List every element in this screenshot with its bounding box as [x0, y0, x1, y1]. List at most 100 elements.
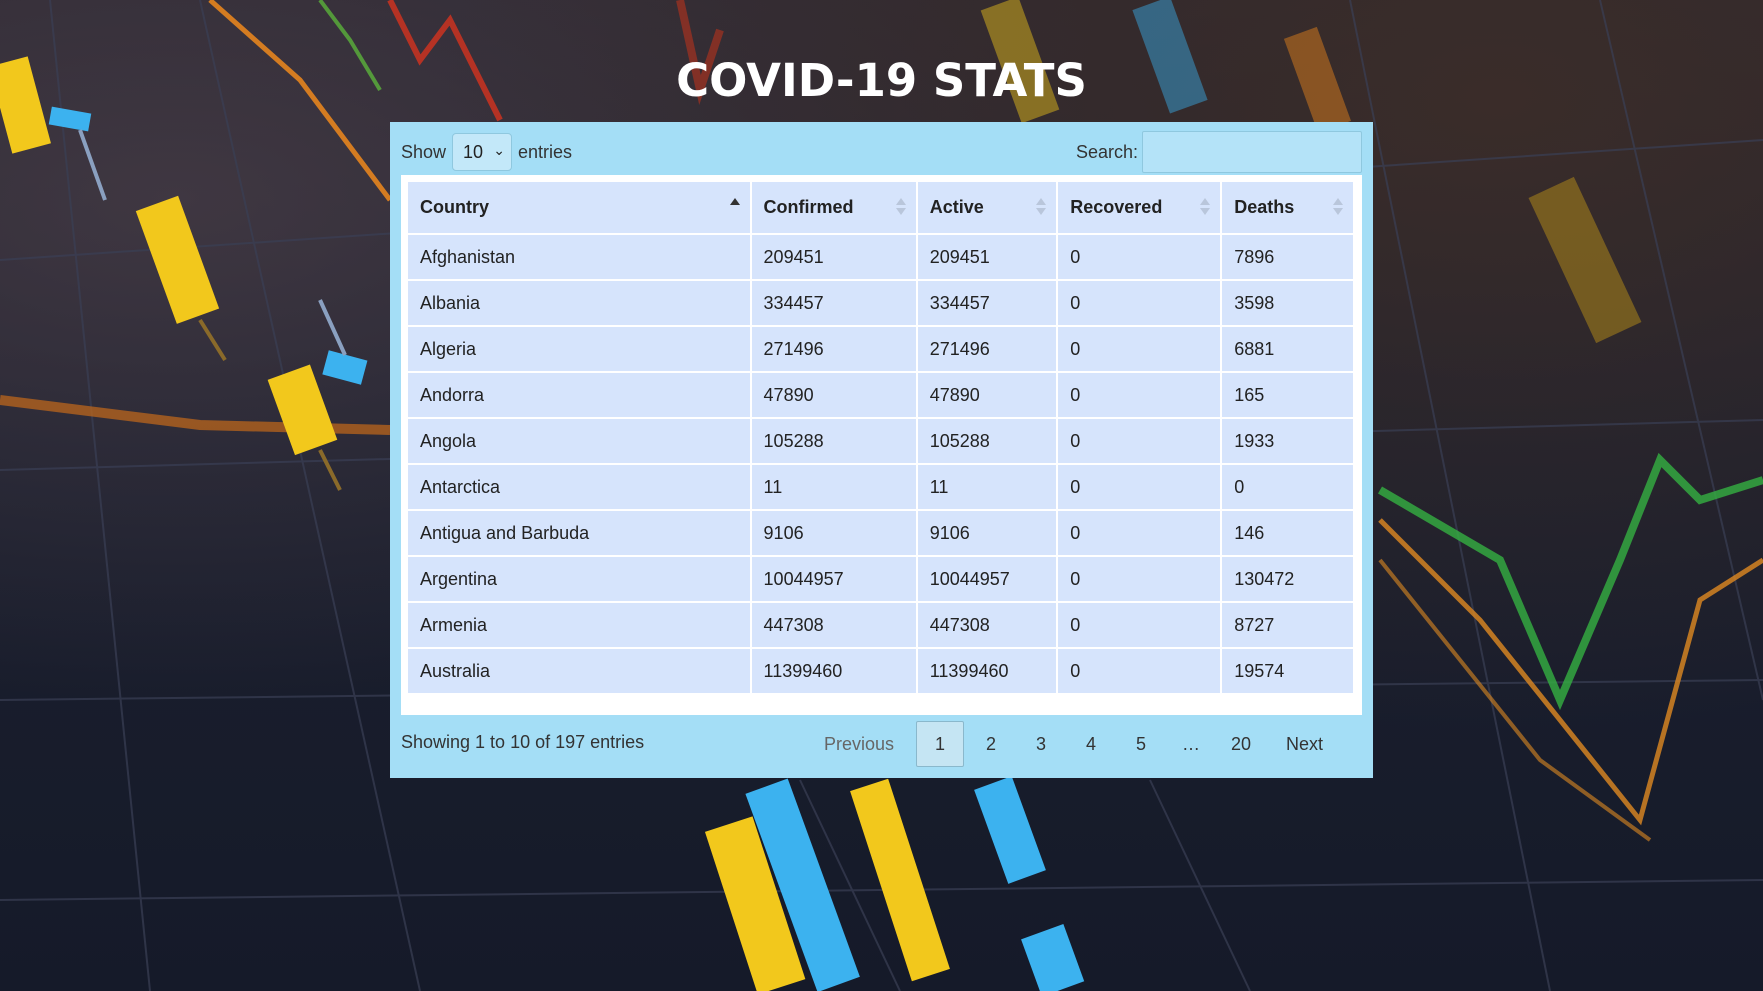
cell-deaths: 3598: [1220, 279, 1355, 327]
page-button-2[interactable]: 2: [968, 721, 1014, 767]
pagination-ellipsis: …: [1182, 733, 1201, 754]
cell-recovered: 0: [1056, 325, 1223, 373]
cell-recovered: 0: [1056, 371, 1223, 419]
cell-country: Antarctica: [406, 463, 752, 511]
page-button-4[interactable]: 4: [1068, 721, 1114, 767]
cell-recovered: 0: [1056, 509, 1223, 557]
table-header-row: Country Confirmed Active Recovered Death…: [406, 180, 1355, 235]
stats-table: Country Confirmed Active Recovered Death…: [406, 180, 1355, 695]
previous-page-button[interactable]: Previous: [812, 721, 906, 767]
sort-icon: [895, 196, 906, 218]
cell-country: Angola: [406, 417, 752, 465]
cell-country: Armenia: [406, 601, 752, 649]
table-controls: Show 10 ⌄ entries Search:: [401, 131, 1362, 173]
cell-country: Antigua and Barbuda: [406, 509, 752, 557]
cell-confirmed: 105288: [749, 417, 918, 465]
entries-per-page-value: 10: [463, 141, 484, 162]
entries-per-page-select[interactable]: 10 ⌄: [452, 133, 513, 171]
column-header-label: Deaths: [1234, 197, 1295, 217]
cell-confirmed: 47890: [749, 371, 918, 419]
search-control: Search:: [1075, 131, 1362, 173]
cell-confirmed: 271496: [749, 325, 918, 373]
column-header-label: Recovered: [1070, 197, 1163, 217]
table-container: Country Confirmed Active Recovered Death…: [401, 175, 1362, 715]
table-row: Armenia 447308 447308 0 8727: [406, 601, 1355, 649]
table-row: Argentina 10044957 10044957 0 130472: [406, 555, 1355, 603]
cell-confirmed: 11399460: [749, 647, 918, 695]
cell-active: 271496: [915, 325, 1059, 373]
entries-length-control: Show 10 ⌄ entries: [401, 132, 572, 172]
table-row: Albania 334457 334457 0 3598: [406, 279, 1355, 327]
cell-country: Algeria: [406, 325, 752, 373]
sort-icon: [1333, 196, 1343, 218]
table-row: Antigua and Barbuda 9106 9106 0 146: [406, 509, 1355, 557]
cell-deaths: 19574: [1220, 647, 1355, 695]
cell-recovered: 0: [1056, 463, 1223, 511]
entries-label: entries: [518, 141, 573, 162]
next-page-button[interactable]: Next: [1274, 721, 1335, 767]
cell-active: 105288: [915, 417, 1059, 465]
column-header-label: Active: [929, 197, 984, 217]
column-header-country[interactable]: Country: [406, 180, 752, 235]
cell-active: 11: [915, 463, 1059, 511]
page-button-5[interactable]: 5: [1118, 721, 1164, 767]
cell-recovered: 0: [1056, 647, 1223, 695]
datatable-panel: Show 10 ⌄ entries Search: Country Confir…: [390, 122, 1373, 778]
cell-confirmed: 9106: [749, 509, 918, 557]
table-row: Angola 105288 105288 0 1933: [406, 417, 1355, 465]
cell-confirmed: 10044957: [749, 555, 918, 603]
table-info: Showing 1 to 10 of 197 entries: [401, 732, 645, 752]
page-button-3[interactable]: 3: [1018, 721, 1064, 767]
table-row: Afghanistan 209451 209451 0 7896: [406, 233, 1355, 281]
cell-deaths: 0: [1220, 463, 1355, 511]
cell-deaths: 1933: [1220, 417, 1355, 465]
sort-icon: [1036, 196, 1047, 218]
cell-deaths: 130472: [1220, 555, 1355, 603]
cell-recovered: 0: [1056, 555, 1223, 603]
column-header-label: Confirmed: [763, 197, 854, 217]
table-body: Afghanistan 209451 209451 0 7896 Albania…: [406, 233, 1355, 695]
page-button-1[interactable]: 1: [916, 721, 965, 767]
cell-country: Andorra: [406, 371, 752, 419]
cell-deaths: 146: [1220, 509, 1355, 557]
cell-active: 10044957: [915, 555, 1059, 603]
cell-deaths: 7896: [1220, 233, 1355, 281]
column-header-recovered[interactable]: Recovered: [1056, 180, 1223, 235]
cell-active: 9106: [915, 509, 1059, 557]
cell-country: Australia: [406, 647, 752, 695]
pagination: Previous 1 2 3 4 5 … 20 Next: [810, 720, 1337, 768]
cell-active: 334457: [915, 279, 1059, 327]
cell-deaths: 8727: [1220, 601, 1355, 649]
cell-country: Afghanistan: [406, 233, 752, 281]
column-header-label: Country: [420, 197, 489, 217]
cell-confirmed: 11: [749, 463, 918, 511]
cell-confirmed: 334457: [749, 279, 918, 327]
search-input[interactable]: [1142, 131, 1362, 173]
cell-active: 47890: [915, 371, 1059, 419]
cell-recovered: 0: [1056, 279, 1223, 327]
column-header-confirmed[interactable]: Confirmed: [749, 180, 918, 235]
search-label: Search:: [1075, 141, 1138, 162]
table-row: Antarctica 11 11 0 0: [406, 463, 1355, 511]
cell-active: 209451: [915, 233, 1059, 281]
sort-icon: [1200, 196, 1211, 218]
column-header-active[interactable]: Active: [915, 180, 1059, 235]
cell-confirmed: 209451: [749, 233, 918, 281]
table-row: Algeria 271496 271496 0 6881: [406, 325, 1355, 373]
cell-active: 11399460: [915, 647, 1059, 695]
cell-deaths: 6881: [1220, 325, 1355, 373]
chevron-down-icon: ⌄: [493, 142, 506, 158]
cell-recovered: 0: [1056, 233, 1223, 281]
sort-ascending-icon: [729, 196, 740, 218]
cell-confirmed: 447308: [749, 601, 918, 649]
cell-active: 447308: [915, 601, 1059, 649]
column-header-deaths[interactable]: Deaths: [1220, 180, 1355, 235]
table-row: Australia 11399460 11399460 0 19574: [406, 647, 1355, 695]
page-button-20[interactable]: 20: [1218, 721, 1264, 767]
cell-deaths: 165: [1220, 371, 1355, 419]
table-row: Andorra 47890 47890 0 165: [406, 371, 1355, 419]
cell-country: Argentina: [406, 555, 752, 603]
show-label: Show: [401, 141, 447, 162]
page-title: COVID-19 STATS: [676, 54, 1087, 107]
cell-recovered: 0: [1056, 601, 1223, 649]
